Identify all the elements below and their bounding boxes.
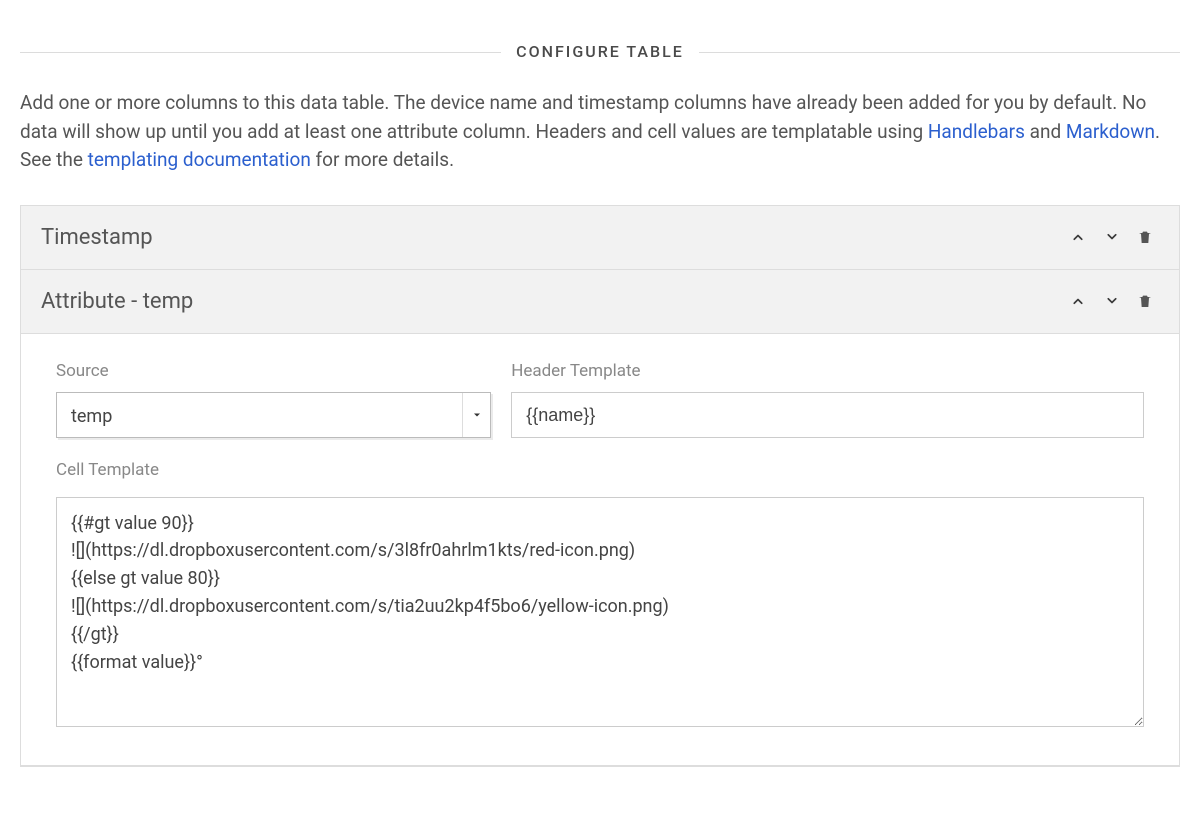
column-header-timestamp[interactable]: Timestamp bbox=[21, 206, 1179, 270]
section-title: CONFIGURE TABLE bbox=[516, 40, 684, 64]
move-down-icon[interactable] bbox=[1097, 222, 1127, 252]
dropdown-arrow-icon[interactable] bbox=[462, 393, 490, 437]
delete-icon[interactable] bbox=[1131, 222, 1159, 252]
move-down-icon[interactable] bbox=[1097, 286, 1127, 316]
templating-docs-link[interactable]: templating documentation bbox=[88, 148, 311, 171]
desc-part2: and bbox=[1025, 120, 1066, 143]
source-value: temp bbox=[57, 393, 462, 437]
cell-template-input[interactable] bbox=[56, 497, 1144, 727]
cell-template-label: Cell Template bbox=[56, 458, 1144, 484]
description-text: Add one or more columns to this data tab… bbox=[20, 89, 1180, 175]
delete-icon[interactable] bbox=[1131, 286, 1159, 316]
column-header-attribute[interactable]: Attribute - temp bbox=[21, 270, 1179, 334]
handlebars-link[interactable]: Handlebars bbox=[928, 120, 1025, 143]
header-template-input[interactable] bbox=[511, 392, 1144, 438]
source-select[interactable]: temp bbox=[56, 392, 491, 438]
source-label: Source bbox=[56, 359, 491, 385]
column-editor: Source temp Header Template Cell Templat… bbox=[21, 334, 1179, 767]
columns-panel: Timestamp Attribute - temp bbox=[20, 205, 1180, 768]
divider-line bbox=[699, 52, 1180, 53]
divider-line bbox=[20, 52, 501, 53]
column-actions bbox=[1063, 286, 1159, 316]
move-up-icon[interactable] bbox=[1063, 286, 1093, 316]
markdown-link[interactable]: Markdown bbox=[1066, 120, 1155, 143]
desc-part4: for more details. bbox=[311, 148, 454, 171]
column-title: Attribute - temp bbox=[41, 285, 1063, 318]
column-actions bbox=[1063, 222, 1159, 252]
move-up-icon[interactable] bbox=[1063, 222, 1093, 252]
header-template-label: Header Template bbox=[511, 359, 1144, 385]
section-divider: CONFIGURE TABLE bbox=[20, 40, 1180, 64]
column-title: Timestamp bbox=[41, 221, 1063, 254]
